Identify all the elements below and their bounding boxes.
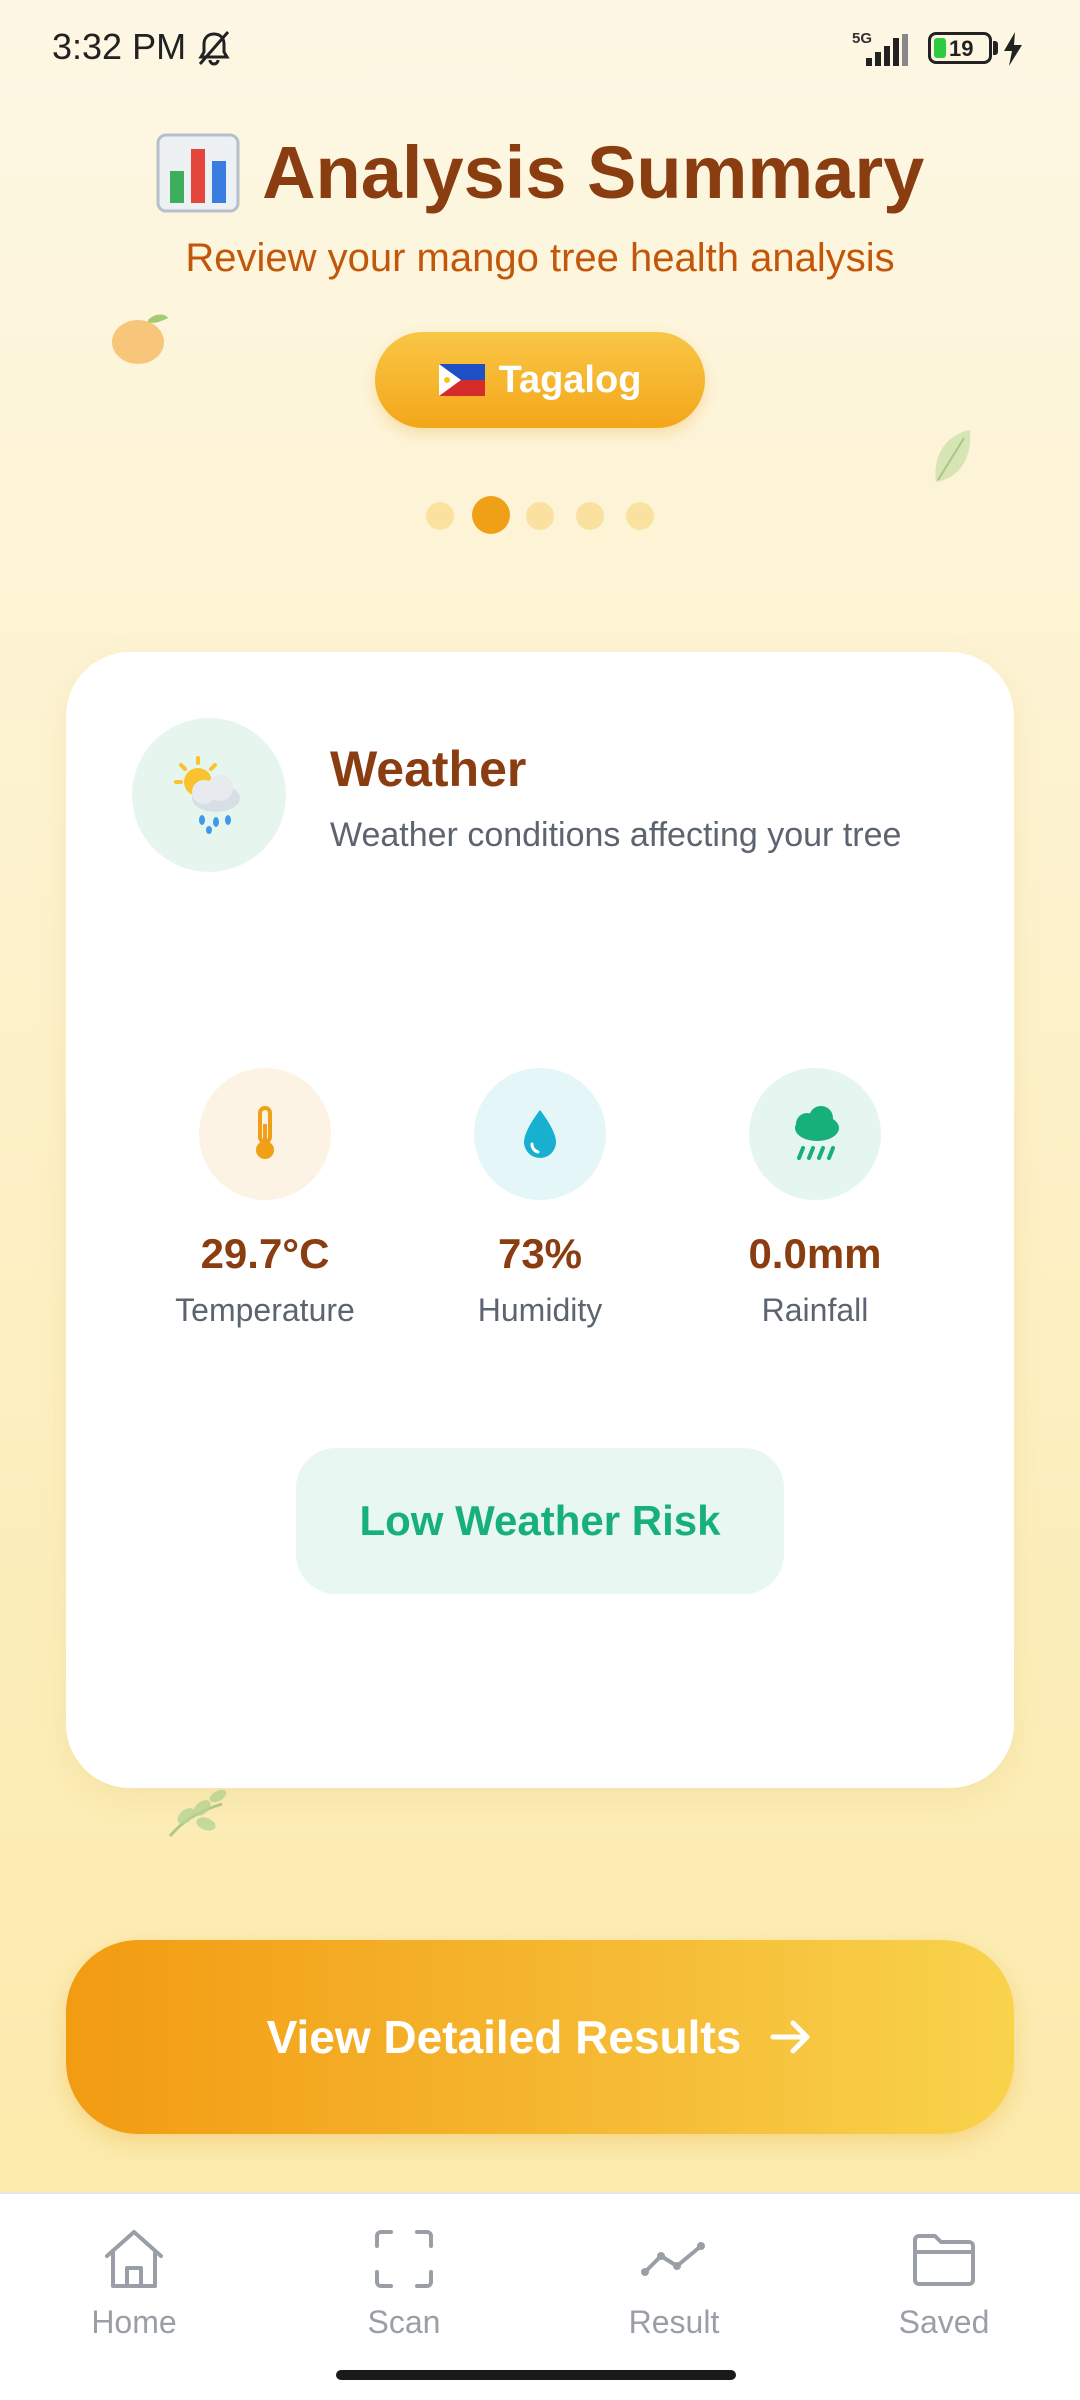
- thermometer-icon: [256, 1106, 274, 1159]
- folder-icon: [913, 2234, 975, 2286]
- battery-icon: 19: [928, 32, 992, 64]
- nav-item-saved[interactable]: Saved: [844, 2224, 1044, 2341]
- temperature-metric: 29.7°C Temperature: [150, 1068, 380, 1329]
- card-title: Weather: [330, 741, 527, 797]
- language-button[interactable]: Tagalog: [375, 332, 705, 428]
- weather-risk-badge: Low Weather Risk: [296, 1448, 784, 1594]
- carousel-dot-active[interactable]: [472, 496, 510, 534]
- bell-off-icon: [198, 31, 230, 66]
- status-bar: 3:32 PM 5G 19: [0, 0, 1080, 96]
- nav-item-home[interactable]: Home: [34, 2224, 234, 2341]
- herb-decoration-icon: [168, 1789, 227, 1837]
- card-description: Weather conditions affecting your tree: [330, 816, 902, 854]
- rainfall-metric: 0.0mm Rainfall: [700, 1068, 930, 1329]
- carousel-dot[interactable]: [626, 502, 654, 530]
- philippines-flag-icon: [438, 364, 485, 396]
- status-time: 3:32 PM: [52, 26, 187, 67]
- temperature-label: Temperature: [175, 1292, 355, 1328]
- arrow-right-icon: [770, 2020, 810, 2054]
- home-icon: [105, 2230, 163, 2288]
- page-subtitle: Review your mango tree health analysis: [185, 236, 895, 280]
- temperature-value: 29.7°C: [200, 1230, 330, 1277]
- home-indicator[interactable]: [336, 2370, 736, 2380]
- page-title: Analysis Summary: [262, 131, 925, 214]
- humidity-value: 73%: [497, 1230, 583, 1277]
- language-label: Tagalog: [498, 358, 642, 401]
- sun-rain-cloud-icon: [174, 756, 240, 834]
- nav-label-result: Result: [628, 2304, 720, 2340]
- humidity-metric: 73% Humidity: [425, 1068, 655, 1329]
- cta-label: View Detailed Results: [266, 2011, 742, 2063]
- nav-label-home: Home: [91, 2304, 177, 2340]
- carousel-indicator: [420, 490, 660, 534]
- rain-cloud-icon: [795, 1106, 839, 1160]
- rainfall-value: 0.0mm: [748, 1230, 882, 1277]
- scan-icon: [375, 2230, 433, 2288]
- charging-icon: [1004, 32, 1022, 66]
- nav-item-scan[interactable]: Scan: [304, 2224, 504, 2341]
- weather-icon-badge: [132, 718, 286, 872]
- nav-label-saved: Saved: [898, 2304, 990, 2340]
- weather-card: Weather Weather conditions affecting you…: [66, 652, 1014, 1788]
- mango-decoration-icon: [112, 314, 168, 364]
- view-detailed-results-button[interactable]: View Detailed Results: [66, 1940, 1014, 2134]
- water-drop-icon: [524, 1110, 556, 1158]
- nav-item-result[interactable]: Result: [574, 2224, 774, 2341]
- nav-label-scan: Scan: [367, 2304, 441, 2340]
- title-row: Analysis Summary: [0, 130, 1080, 215]
- signal-icon: [866, 34, 908, 66]
- carousel-dot[interactable]: [426, 502, 454, 530]
- chart-line-icon: [641, 2242, 705, 2276]
- battery-level: 19: [949, 36, 974, 61]
- carousel-dot[interactable]: [576, 502, 604, 530]
- carousel-dot[interactable]: [526, 502, 554, 530]
- bottom-nav: Home Scan Result Saved: [0, 2192, 1080, 2400]
- humidity-label: Humidity: [477, 1292, 603, 1328]
- bar-chart-icon: [156, 133, 240, 212]
- rainfall-label: Rainfall: [761, 1292, 869, 1328]
- leaf-decoration-icon: [935, 430, 971, 482]
